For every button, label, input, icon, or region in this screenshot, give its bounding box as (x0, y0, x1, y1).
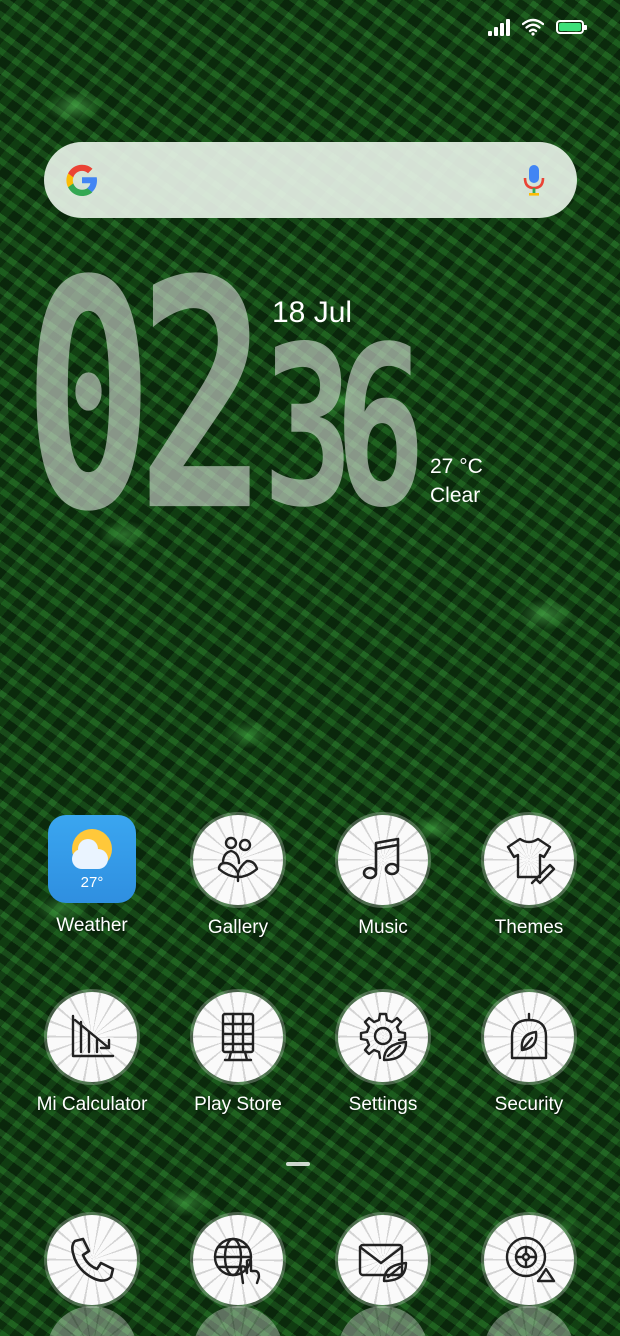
app-gallery[interactable]: Gallery (163, 815, 313, 939)
app-settings[interactable]: Settings (308, 992, 458, 1116)
mail-leaf-icon (338, 1215, 428, 1305)
app-mi-calculator[interactable]: Mi Calculator (17, 992, 167, 1116)
signal-icon (488, 18, 510, 36)
clock-minute-digit: 3 (262, 298, 354, 556)
dock-phone[interactable] (17, 1215, 167, 1305)
app-label: Themes (494, 917, 564, 938)
phone-icon (47, 1215, 137, 1305)
clock-weather-condition: Clear (430, 484, 481, 507)
gear-leaf-icon (338, 992, 428, 1082)
store-grid-icon (193, 992, 283, 1082)
dock-reflection (47, 1306, 137, 1336)
app-label: Settings (348, 1094, 418, 1115)
app-music[interactable]: Music (308, 815, 458, 939)
gallery-icon (193, 815, 283, 905)
dock-reflection (484, 1306, 574, 1336)
tshirt-brush-icon (484, 815, 574, 905)
clock-temperature: 27 °C (430, 455, 483, 478)
google-search-bar[interactable] (44, 142, 577, 218)
clock-date: 18 Jul (272, 296, 353, 329)
status-bar (488, 18, 587, 36)
calculator-icon (47, 992, 137, 1082)
app-themes[interactable]: Themes (454, 815, 604, 939)
music-note-icon (338, 815, 428, 905)
weather-icon: 27° (48, 815, 136, 903)
camera-lens-icon (484, 1215, 574, 1305)
app-label: Play Store (194, 1094, 282, 1115)
battery-icon (556, 20, 587, 34)
dock-messaging[interactable] (308, 1215, 458, 1305)
app-security[interactable]: Security (454, 992, 604, 1116)
microphone-icon[interactable] (521, 163, 547, 197)
dock-reflection (338, 1306, 428, 1336)
dock-reflection (193, 1306, 283, 1336)
app-label: Music (358, 917, 408, 938)
app-label: Gallery (207, 917, 269, 938)
app-label: Mi Calculator (36, 1094, 148, 1115)
page-indicator[interactable] (286, 1162, 310, 1166)
wifi-icon (522, 18, 544, 36)
dock-camera[interactable] (454, 1215, 604, 1305)
clock-hour-digit: 0 (23, 213, 154, 581)
app-weather[interactable]: 27° Weather (17, 815, 167, 937)
shield-leaf-icon (484, 992, 574, 1082)
app-play-store[interactable]: Play Store (163, 992, 313, 1116)
google-logo-icon (66, 164, 97, 196)
globe-hand-icon (193, 1215, 283, 1305)
dock-browser[interactable] (163, 1215, 313, 1305)
clock-minute-digit: 6 (334, 298, 426, 556)
clock-hour-digit: 2 (137, 213, 268, 581)
app-label: Security (494, 1094, 564, 1115)
app-label: Weather (56, 915, 128, 936)
